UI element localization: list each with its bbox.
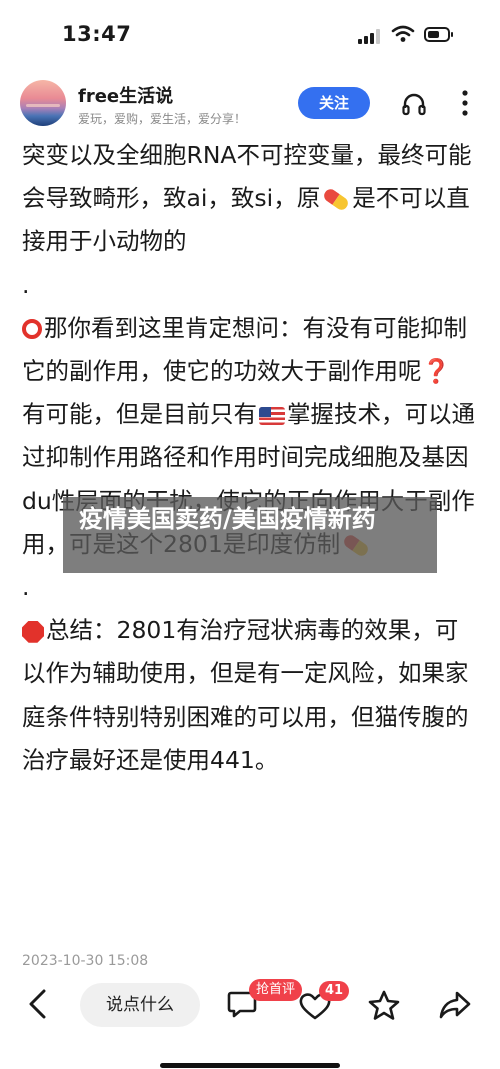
home-indicator: [160, 1063, 340, 1068]
pill-icon: [322, 187, 351, 213]
signal-icon: [358, 28, 382, 44]
wifi-icon: [391, 25, 415, 42]
article-paragraph: 突变以及全细胞RNA不可控变量，最终可能会导致畸形，致ai，致si，原 是不可以直…: [22, 134, 478, 264]
article-paragraph: 总结：2801有治疗冠状病毒的效果，可以作为辅助使用，但是有一定风险，如果家庭条…: [22, 609, 478, 782]
article-paragraph: .: [22, 270, 30, 299]
follow-button[interactable]: 关注: [298, 87, 370, 119]
headphones-icon[interactable]: [401, 91, 427, 117]
comment-input[interactable]: 说点什么: [80, 983, 200, 1027]
status-time: 13:47: [62, 22, 132, 46]
author-avatar[interactable]: [20, 80, 66, 126]
watermark-overlay: 疫情美国卖药/美国疫情新药: [63, 497, 437, 573]
battery-icon: [424, 27, 453, 42]
more-options-icon[interactable]: [458, 88, 472, 118]
post-header: free生活说 爱玩，爱购，爱生活，爱分享！ 关注: [0, 72, 500, 136]
like-count-badge: 41: [319, 981, 350, 1001]
post-timestamp: 2023-10-30 15:08: [22, 953, 149, 969]
star-icon[interactable]: [367, 989, 401, 1021]
author-name[interactable]: free生活说: [78, 82, 173, 108]
article-body: 突变以及全细胞RNA不可控变量，最终可能会导致畸形，致ai，致si，原 是不可以直…: [22, 134, 478, 782]
author-bio: 爱玩，爱购，爱生活，爱分享！: [78, 112, 247, 126]
question-mark-icon: ❓: [421, 357, 451, 386]
first-comment-badge[interactable]: 抢首评: [249, 979, 303, 1001]
red-circle-icon: [22, 319, 42, 340]
article-text: 那你看到这里肯定想问：有没有可能抑制它的副作用，使它的功效大于副作用呢: [22, 313, 467, 386]
article-text: 有可能，但是目前只有: [22, 400, 257, 429]
back-arrow-icon[interactable]: [24, 987, 54, 1021]
share-icon[interactable]: [438, 989, 472, 1021]
article-paragraph: 那你看到这里肯定想问：有没有可能抑制它的副作用，使它的功效大于副作用呢❓: [22, 307, 478, 393]
watermark-text: 疫情美国卖药/美国疫情新药: [79, 505, 376, 533]
us-flag-icon: [259, 406, 285, 425]
article-text: 总结：2801有治疗冠状病毒的效果，可以作为辅助使用，但是有一定风险，如果家庭条…: [22, 616, 469, 774]
stop-sign-icon: [22, 620, 44, 643]
bottom-action-bar: 说点什么 抢首评 41: [0, 975, 500, 1069]
status-bar: 13:47: [0, 0, 500, 70]
